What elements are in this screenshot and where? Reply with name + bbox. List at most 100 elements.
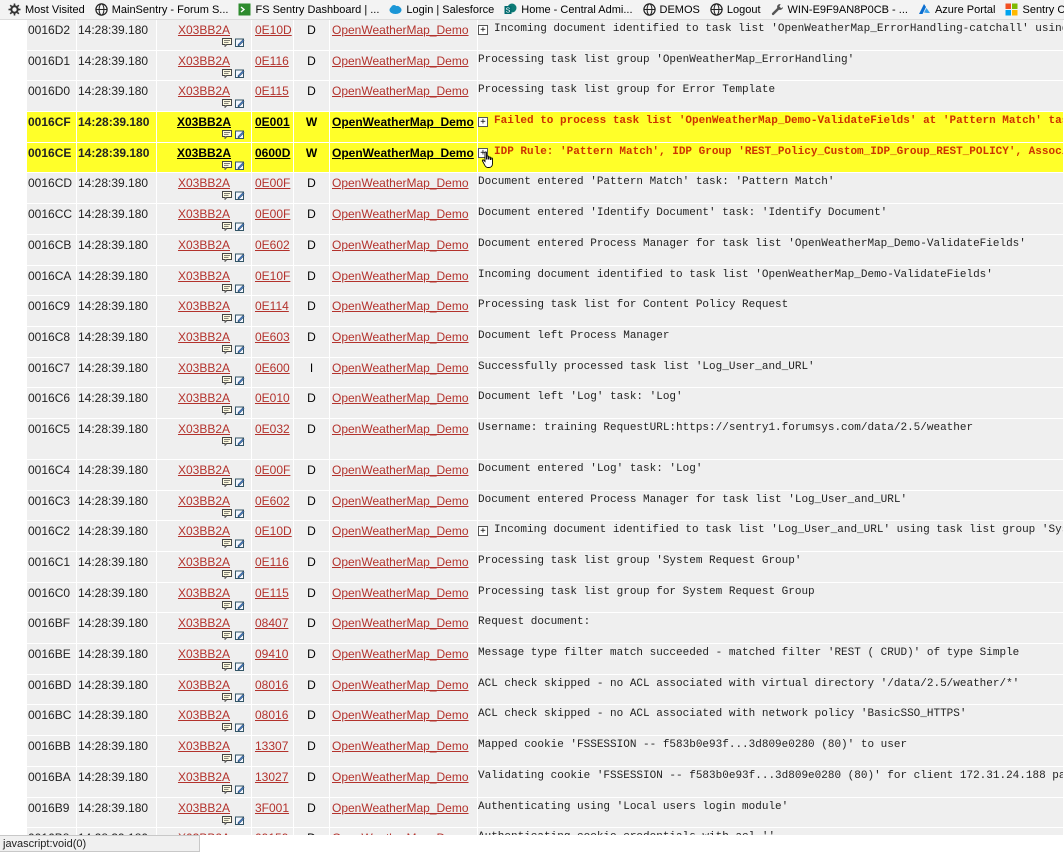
tooltip-icon[interactable] [222,631,232,641]
tooltip-icon[interactable] [222,723,232,733]
bookmark-item[interactable]: DEMOS [642,3,700,16]
edit-icon[interactable] [235,662,245,672]
user-link[interactable]: X03BB2A [178,391,230,405]
tooltip-icon[interactable] [222,508,232,518]
user-link[interactable]: X03BB2A [178,739,230,753]
message-code-link[interactable]: 0E10D [255,524,292,538]
edit-icon[interactable] [235,478,245,487]
service-link[interactable]: OpenWeatherMap_Demo [332,422,469,436]
user-link[interactable]: X03BB2A [178,708,230,722]
service-link[interactable]: OpenWeatherMap_Demo [332,54,469,68]
tooltip-icon[interactable] [222,477,232,487]
service-link[interactable]: OpenWeatherMap_Demo [332,361,469,375]
edit-icon[interactable] [235,161,245,170]
bookmark-item[interactable]: Logout [710,3,761,16]
message-code-link[interactable]: 0600D [255,146,290,160]
user-link[interactable]: X03BB2A [178,678,230,692]
user-link[interactable]: X03BB2A [177,146,231,160]
tooltip-icon[interactable] [222,815,232,825]
service-link[interactable]: OpenWeatherMap_Demo [332,678,469,692]
message-code-link[interactable]: 08016 [255,678,288,692]
message-code-link[interactable]: 13027 [255,770,288,784]
tooltip-icon[interactable] [222,662,232,672]
edit-icon[interactable] [235,284,245,293]
message-code-link[interactable]: 0E00F [255,207,290,221]
message-code-link[interactable]: 13307 [255,739,288,753]
tooltip-icon[interactable] [222,570,232,579]
message-code-link[interactable]: 0E10D [255,23,292,37]
user-link[interactable]: X03BB2A [178,422,230,436]
message-code-link[interactable]: 08407 [255,616,288,630]
tooltip-icon[interactable] [222,283,232,293]
edit-icon[interactable] [235,130,245,140]
user-link[interactable]: X03BB2A [178,647,230,661]
service-link[interactable]: OpenWeatherMap_Demo [332,207,469,221]
bookmark-item[interactable]: WIN-E9F9AN8P0CB - ... [771,3,908,16]
message-code-link[interactable]: 0E032 [255,422,290,436]
user-link[interactable]: X03BB2A [178,299,230,313]
message-code-link[interactable]: 0E115 [255,84,289,98]
message-code-link[interactable]: 0E602 [255,494,290,508]
user-link[interactable]: X03BB2A [178,269,230,283]
message-code-link[interactable]: 0E10F [255,269,290,283]
user-link[interactable]: X03BB2A [178,207,230,221]
message-code-link[interactable]: 0E600 [255,361,290,375]
tooltip-icon[interactable] [222,692,232,702]
user-link[interactable]: X03BB2A [178,176,230,190]
tooltip-icon[interactable] [222,222,232,232]
service-link[interactable]: OpenWeatherMap_Demo [332,708,469,722]
edit-icon[interactable] [235,99,245,109]
message-code-link[interactable]: 0E00F [255,463,290,477]
tooltip-icon[interactable] [222,406,232,416]
bookmark-item[interactable]: MainSentry - Forum S... [95,3,228,16]
service-link[interactable]: OpenWeatherMap_Demo [332,299,469,313]
message-code-link[interactable]: 0E603 [255,330,290,344]
user-link[interactable]: X03BB2A [178,801,230,815]
message-code-link[interactable]: 0E116 [255,54,289,68]
user-link[interactable]: X03BB2A [178,238,230,252]
bookmark-item[interactable]: Sentry C [1005,3,1064,16]
bookmark-item[interactable]: Most Visited [8,3,85,16]
bookmark-item[interactable]: FS Sentry Dashboard | ... [238,3,379,16]
edit-icon[interactable] [235,570,245,579]
user-link[interactable]: X03BB2A [178,361,230,375]
edit-icon[interactable] [235,406,245,416]
service-link[interactable]: OpenWeatherMap_Demo [332,269,469,283]
user-link[interactable]: X03BB2A [178,524,230,538]
user-link[interactable]: X03BB2A [178,770,230,784]
message-code-link[interactable]: 0E010 [255,391,290,405]
message-code-link[interactable]: 0E116 [255,555,289,569]
edit-icon[interactable] [235,509,245,518]
edit-icon[interactable] [235,723,245,733]
service-link[interactable]: OpenWeatherMap_Demo [332,739,469,753]
service-link[interactable]: OpenWeatherMap_Demo [332,831,469,835]
edit-icon[interactable] [235,345,245,354]
message-code-link[interactable]: 0E114 [255,299,289,313]
tooltip-icon[interactable] [222,160,232,170]
service-link[interactable]: OpenWeatherMap_Demo [332,647,469,661]
service-link[interactable]: OpenWeatherMap_Demo [332,555,469,569]
edit-icon[interactable] [235,69,245,78]
edit-icon[interactable] [235,693,245,702]
user-link[interactable]: X03BB2A [178,494,230,508]
service-link[interactable]: OpenWeatherMap_Demo [332,23,469,37]
bookmark-item[interactable]: Azure Portal [918,3,995,16]
user-link[interactable]: X03BB2A [178,23,230,37]
service-link[interactable]: OpenWeatherMap_Demo [332,115,474,129]
user-link[interactable]: X03BB2A [178,555,230,569]
tooltip-icon[interactable] [222,314,232,324]
expand-icon[interactable]: + [478,117,488,128]
tooltip-icon[interactable] [222,68,232,78]
user-link[interactable]: X03BB2A [178,586,230,600]
message-code-link[interactable]: 09410 [255,647,288,661]
service-link[interactable]: OpenWeatherMap_Demo [332,146,474,160]
message-code-link[interactable]: 3F001 [255,801,289,815]
service-link[interactable]: OpenWeatherMap_Demo [332,801,469,815]
user-link[interactable]: X03BB2A [178,616,230,630]
expand-icon[interactable]: + [478,526,488,537]
edit-icon[interactable] [235,437,245,446]
service-link[interactable]: OpenWeatherMap_Demo [332,586,469,600]
service-link[interactable]: OpenWeatherMap_Demo [332,494,469,508]
tooltip-icon[interactable] [222,130,232,140]
tooltip-icon[interactable] [222,344,232,354]
